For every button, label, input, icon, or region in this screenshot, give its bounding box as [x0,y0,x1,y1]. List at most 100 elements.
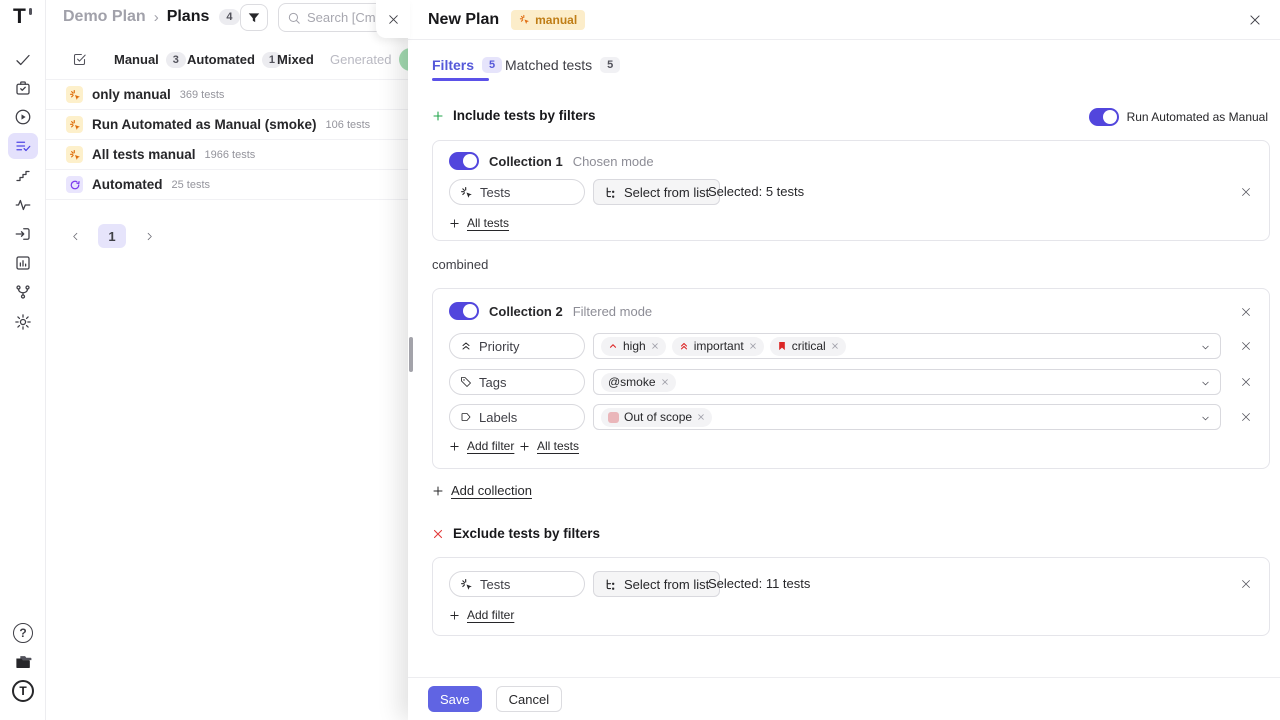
new-plan-drawer: New Plan manual Filters 5 Matched tests … [408,0,1280,720]
labels-field-label: Labels [479,410,517,425]
breadcrumb-parent[interactable]: Demo Plan [63,8,146,26]
chevron-up-icon [608,341,618,351]
labels-filter-field[interactable]: Labels [449,404,585,430]
exclude-tests-filter-field[interactable]: Tests [449,571,585,597]
priority-chip-critical: critical [770,337,846,356]
plus-icon [519,441,530,452]
tab-generated[interactable]: Generated [330,52,391,67]
chip-remove-icon[interactable] [697,413,705,421]
chevron-down-icon[interactable] [1200,413,1211,424]
priority-select[interactable]: high important critical [593,333,1221,359]
plan-title[interactable]: Automated [92,177,163,192]
pulse-icon[interactable] [11,193,35,217]
remove-labels-filter-button[interactable] [1237,408,1255,426]
tab-matched-tests[interactable]: Matched tests 5 [505,57,620,73]
tags-filter-field[interactable]: Tags [449,369,585,395]
collection-1-header: Collection 1 Chosen mode [449,152,654,170]
chip-remove-icon[interactable] [661,378,669,386]
select-from-list-button[interactable]: Select from list [593,179,720,205]
add-collection-link[interactable]: Add collection [432,483,532,498]
cancel-button[interactable]: Cancel [496,686,562,712]
tags-select[interactable]: @smoke [593,369,1221,395]
close-icon [1240,376,1252,388]
app-logo[interactable]: T [13,5,25,29]
scrollbar-thumb[interactable] [409,337,413,372]
add-collection-link-label: Add collection [451,483,532,498]
tags-field-label: Tags [479,375,506,390]
add-filter-link[interactable]: Add filter [449,439,514,453]
prev-page-icon[interactable] [66,224,84,248]
plus-icon [449,441,460,452]
add-filter-link[interactable]: Add filter [449,608,514,622]
branch-icon[interactable] [11,280,35,304]
profile-avatar[interactable]: T [11,679,35,703]
drawer-edge-close-button[interactable] [376,0,410,38]
plan-title[interactable]: All tests manual [92,147,196,162]
labels-select[interactable]: Out of scope [593,404,1221,430]
chip-remove-icon[interactable] [831,342,839,350]
all-tests-link-label: All tests [537,439,579,453]
runs-check-icon[interactable] [11,48,35,72]
tests-field-label: Tests [480,577,510,592]
select-from-list-button[interactable]: Select from list [593,571,720,597]
all-tests-link[interactable]: All tests [519,439,579,453]
collection-1-toggle[interactable] [449,152,479,170]
help-icon[interactable]: ? [11,621,35,645]
steps-icon[interactable] [11,164,35,188]
breadcrumb-separator-icon: › [154,9,159,26]
tab-manual-label: Manual [114,52,159,67]
chip-remove-icon[interactable] [749,342,757,350]
tab-automated-label: Automated [187,52,255,67]
play-circle-icon[interactable] [11,105,35,129]
collection-1-card: Collection 1 Chosen mode Tests Select fr… [432,140,1270,241]
filter-button[interactable] [240,4,268,31]
import-icon[interactable] [11,222,35,246]
plan-title[interactable]: only manual [92,87,171,102]
bulk-select-icon[interactable] [72,52,87,67]
remove-collection-2-button[interactable] [1237,303,1255,321]
close-icon [1240,306,1252,318]
tests-filter-field[interactable]: Tests [449,179,585,205]
drawer-close-button[interactable] [1243,8,1267,32]
remove-priority-filter-button[interactable] [1237,337,1255,355]
plan-title[interactable]: Run Automated as Manual (smoke) [92,117,317,132]
flag-icon [777,341,787,351]
include-section-header: Include tests by filters [432,108,596,123]
breadcrumb: Demo Plan › Plans 4 [63,8,240,26]
tab-mixed-label: Mixed [277,52,314,67]
remove-filter-button[interactable] [1237,575,1255,593]
tests-field-label: Tests [480,185,510,200]
report-chart-icon[interactable] [11,251,35,275]
next-page-icon[interactable] [140,224,158,248]
icon-sidebar: T ? [0,0,46,720]
all-tests-link[interactable]: All tests [449,216,509,230]
tree-list-icon [604,578,617,591]
help-glyph: ? [19,626,26,640]
chevron-down-icon[interactable] [1200,342,1211,353]
page-number[interactable]: 1 [98,224,126,248]
plans-list-check-icon[interactable] [11,134,35,158]
tab-automated[interactable]: Automated 1 [187,52,282,68]
priority-filter-field[interactable]: Priority [449,333,585,359]
run-automated-toggle[interactable] [1089,108,1119,126]
save-button[interactable]: Save [428,686,482,712]
collection-2-name: Collection 2 [489,304,563,319]
collection-2-toggle[interactable] [449,302,479,320]
tab-filters[interactable]: Filters 5 [432,57,502,73]
remove-filter-button[interactable] [1237,183,1255,201]
chevron-down-icon[interactable] [1200,378,1211,389]
tab-manual[interactable]: Manual 3 [114,52,186,68]
page-title: Plans [167,8,210,26]
exclude-section-header: Exclude tests by filters [432,526,600,541]
gear-icon[interactable] [11,310,35,334]
remove-tags-filter-button[interactable] [1237,373,1255,391]
plus-icon [432,485,444,497]
suitcase-check-icon[interactable] [11,76,35,100]
tab-mixed[interactable]: Mixed [277,52,314,67]
plan-test-count: 25 tests [172,179,211,191]
manual-plan-icon [66,116,83,133]
tree-list-icon [604,186,617,199]
folders-icon[interactable] [11,650,35,674]
priority-chip-high: high [601,337,666,356]
chip-remove-icon[interactable] [651,342,659,350]
